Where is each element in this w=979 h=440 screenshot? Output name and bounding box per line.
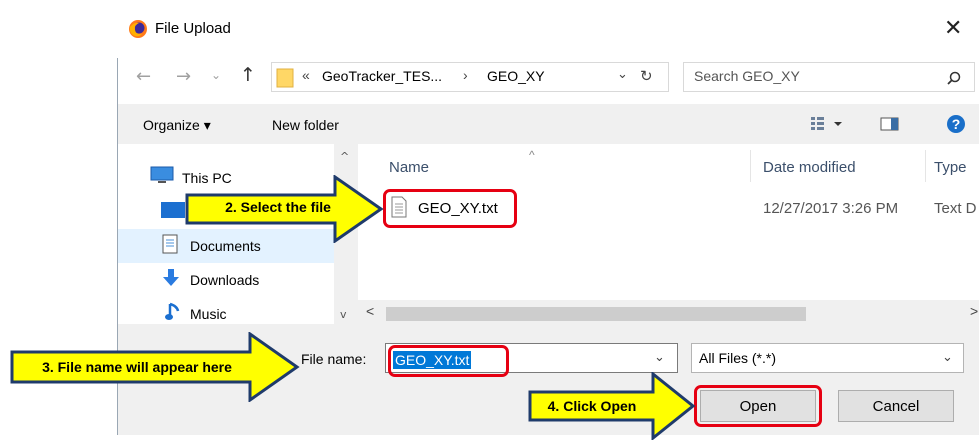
column-header-type[interactable]: Type (934, 159, 967, 176)
view-options-icon[interactable] (810, 115, 846, 133)
new-folder-button[interactable]: New folder (272, 117, 339, 133)
refresh-icon[interactable]: ↻ (640, 67, 653, 85)
search-placeholder: Search GEO_XY (694, 68, 800, 84)
desktop-icon[interactable] (160, 200, 186, 220)
scroll-thumb[interactable] (386, 307, 806, 321)
nav-item-music[interactable]: Music (190, 306, 227, 322)
scroll-right-icon[interactable]: > (970, 303, 978, 319)
file-type-cell: Text D (934, 200, 977, 217)
svg-text:?: ? (952, 116, 961, 132)
callout-select-file: 2. Select the file (225, 199, 331, 215)
column-divider[interactable] (925, 150, 926, 182)
recent-locations-chevron-icon[interactable]: ⌄ (211, 68, 221, 82)
column-divider[interactable] (750, 150, 751, 182)
back-arrow-icon[interactable]: ← (136, 66, 151, 87)
music-icon (165, 302, 180, 320)
column-header-date[interactable]: Date modified (763, 159, 856, 176)
forward-arrow-icon[interactable]: → (176, 66, 191, 87)
documents-icon (162, 234, 178, 254)
column-header-name[interactable]: Name (389, 159, 429, 176)
cancel-button[interactable]: Cancel (838, 390, 954, 422)
computer-icon (150, 166, 174, 183)
sort-indicator-icon: ^ (529, 148, 535, 162)
breadcrumb-segment[interactable]: GeoTracker_TES... (322, 68, 442, 84)
downloads-icon (163, 269, 179, 286)
firefox-icon (129, 20, 147, 38)
up-arrow-icon[interactable]: ↑ (240, 64, 256, 86)
address-overflow-icon[interactable]: « (302, 67, 310, 83)
file-name-highlight-box (388, 345, 509, 377)
scroll-left-icon[interactable]: < (366, 303, 374, 319)
scroll-down-icon[interactable]: v (340, 308, 347, 321)
help-icon[interactable]: ? (946, 114, 966, 134)
callout-click-open: 4. Click Open (547, 398, 637, 414)
search-icon[interactable] (946, 70, 962, 86)
folder-icon (276, 68, 294, 88)
address-dropdown-icon[interactable]: ⌄ (617, 67, 628, 82)
nav-item-downloads[interactable]: Downloads (190, 272, 259, 288)
preview-pane-icon[interactable] (880, 116, 900, 132)
window-title: File Upload (155, 20, 231, 37)
file-type-filter-value: All Files (*.*) (699, 350, 777, 366)
open-highlight-box (694, 385, 822, 427)
file-name-label: File name: (301, 351, 367, 367)
file-highlight-box (383, 189, 517, 228)
file-name-dropdown-icon[interactable]: ⌄ (654, 350, 665, 365)
scroll-up-icon[interactable]: ^ (340, 150, 349, 163)
callout-file-name: 3. File name will appear here (42, 359, 232, 375)
breadcrumb-segment[interactable]: GEO_XY (487, 68, 545, 84)
file-date-cell: 12/27/2017 3:26 PM (763, 200, 899, 217)
filter-dropdown-icon[interactable]: ⌄ (942, 350, 953, 365)
close-icon[interactable]: ✕ (944, 16, 962, 41)
title-bar (117, 0, 979, 58)
command-toolbar (118, 104, 979, 144)
organize-button[interactable]: Organize ▾ (143, 117, 211, 134)
breadcrumb-separator-icon: › (463, 67, 468, 83)
